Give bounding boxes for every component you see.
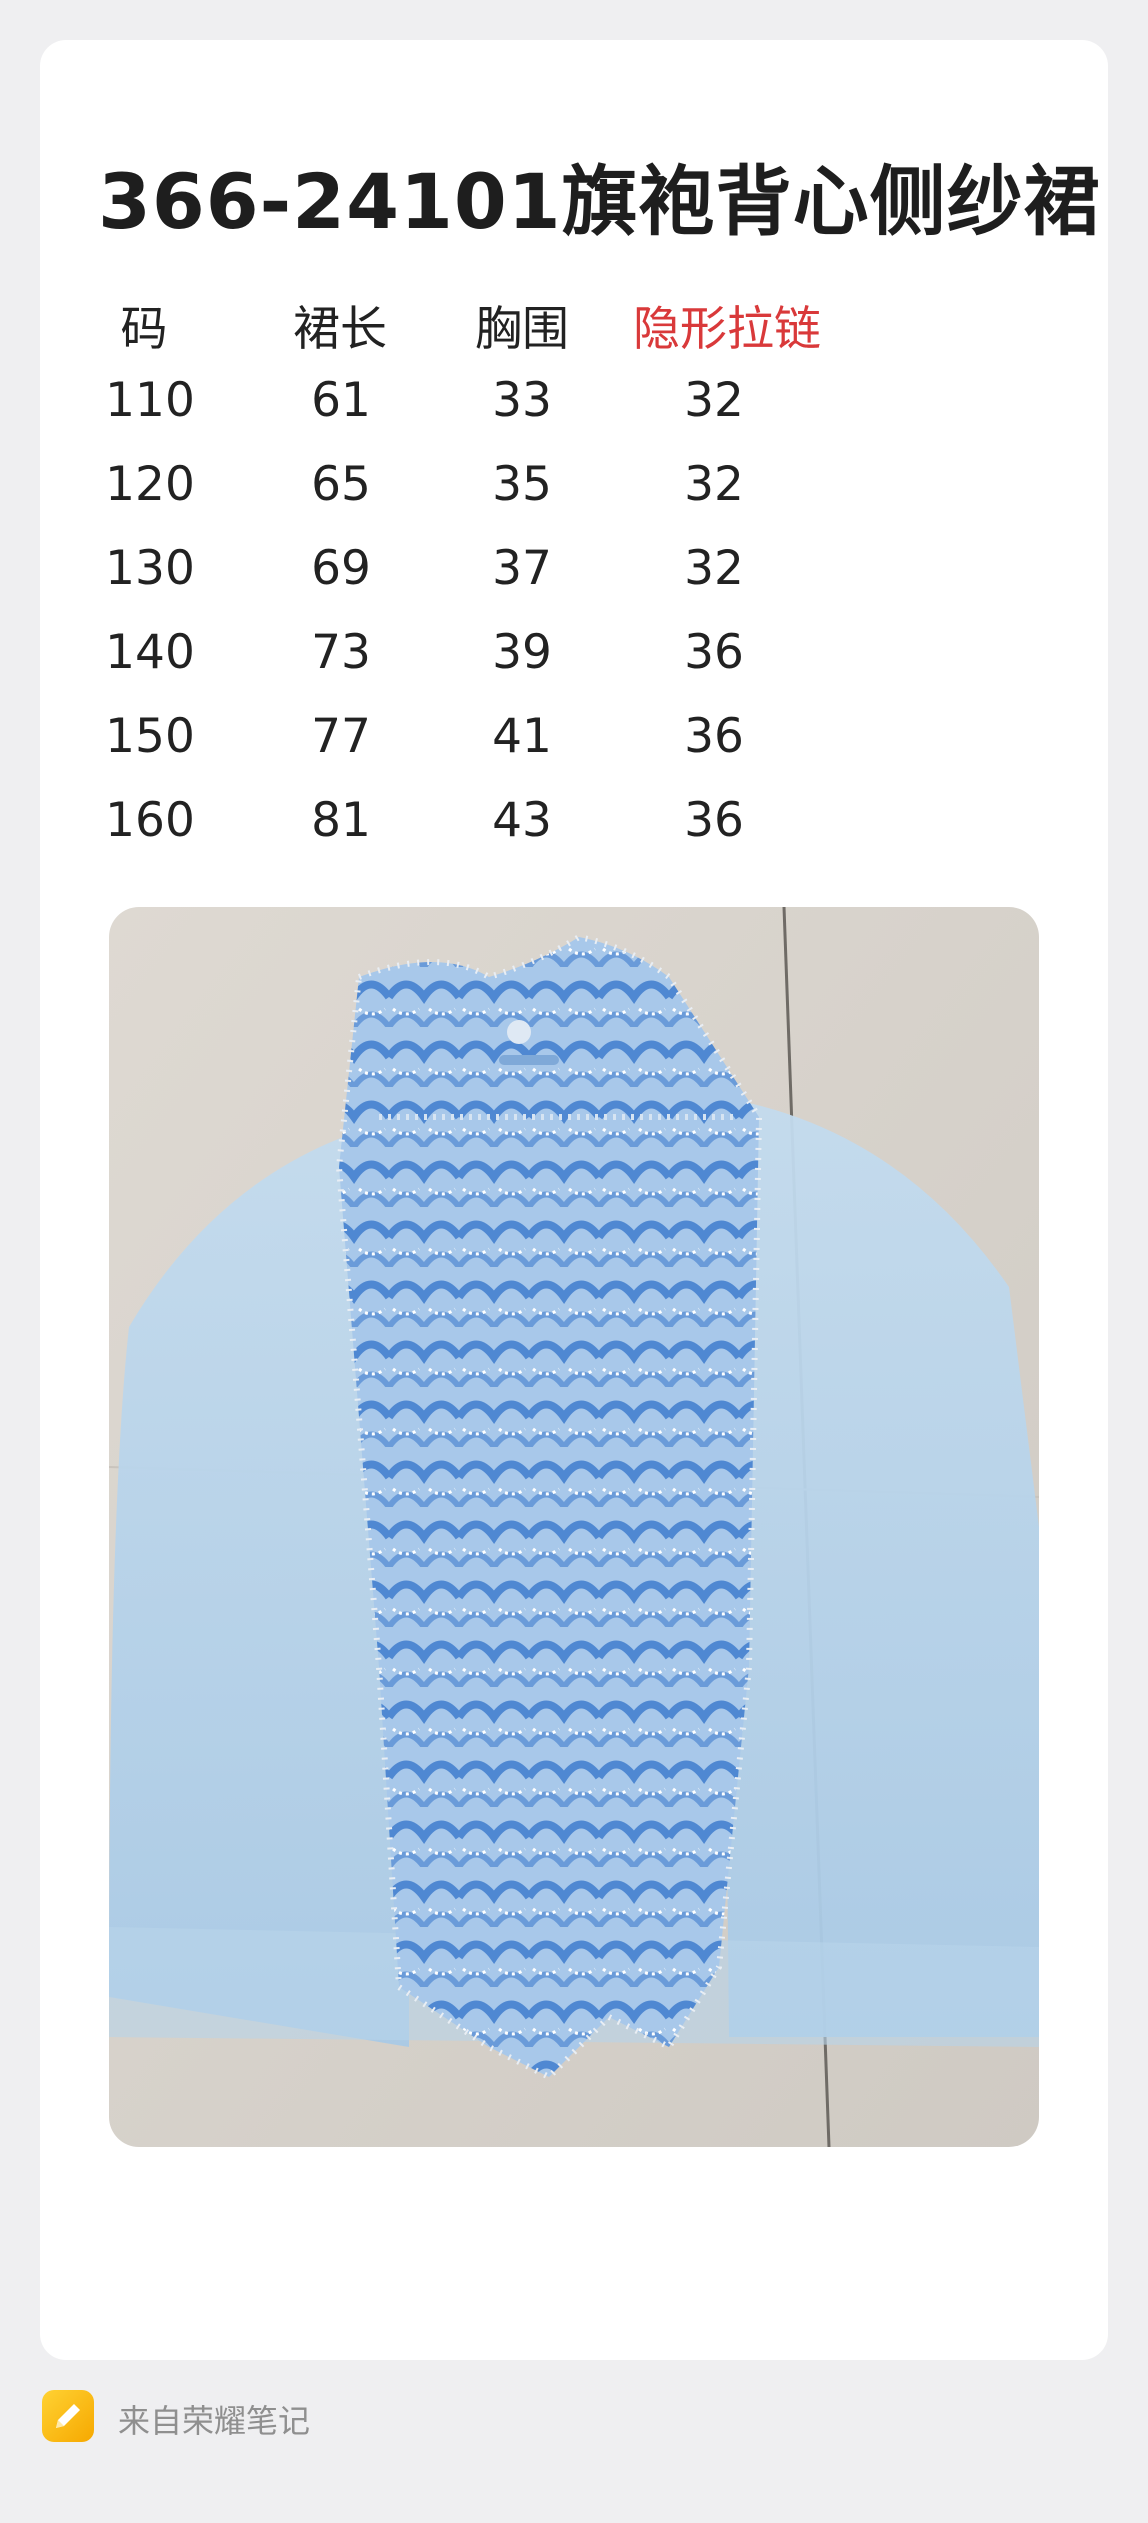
chest-cell: 35 — [492, 457, 552, 512]
zipper-cell: 36 — [684, 709, 744, 764]
chest-cell: 33 — [492, 373, 552, 428]
zipper-cell: 36 — [684, 625, 744, 680]
note-source-label: 来自荣耀笔记 — [118, 2402, 311, 2440]
zipper-cell: 36 — [684, 793, 744, 848]
chest-cell: 41 — [492, 709, 552, 764]
pencil-note-icon — [42, 2390, 94, 2442]
note-card: 366-24101旗袍背心侧纱裙 码 裙长 胸围 隐形拉链 110 61 33 … — [40, 40, 1108, 2360]
size-cell: 160 — [105, 793, 195, 848]
length-cell: 69 — [311, 541, 371, 596]
product-photo[interactable] — [109, 907, 1039, 2147]
length-cell: 61 — [311, 373, 371, 428]
header-chest: 胸围 — [475, 302, 569, 357]
zipper-cell: 32 — [684, 457, 744, 512]
length-cell: 81 — [311, 793, 371, 848]
chest-cell: 39 — [492, 625, 552, 680]
size-cell: 120 — [105, 457, 195, 512]
size-cell: 150 — [105, 709, 195, 764]
zipper-cell: 32 — [684, 373, 744, 428]
header-size: 码 — [120, 302, 168, 357]
size-cell: 110 — [105, 373, 195, 428]
zipper-cell: 32 — [684, 541, 744, 596]
chest-cell: 37 — [492, 541, 552, 596]
length-cell: 73 — [311, 625, 371, 680]
length-cell: 65 — [311, 457, 371, 512]
note-title: 366-24101旗袍背心侧纱裙 — [98, 157, 1101, 246]
header-length: 裙长 — [293, 302, 387, 357]
size-cell: 140 — [105, 625, 195, 680]
header-zipper: 隐形拉链 — [633, 302, 821, 357]
chest-cell: 43 — [492, 793, 552, 848]
length-cell: 77 — [311, 709, 371, 764]
size-cell: 130 — [105, 541, 195, 596]
